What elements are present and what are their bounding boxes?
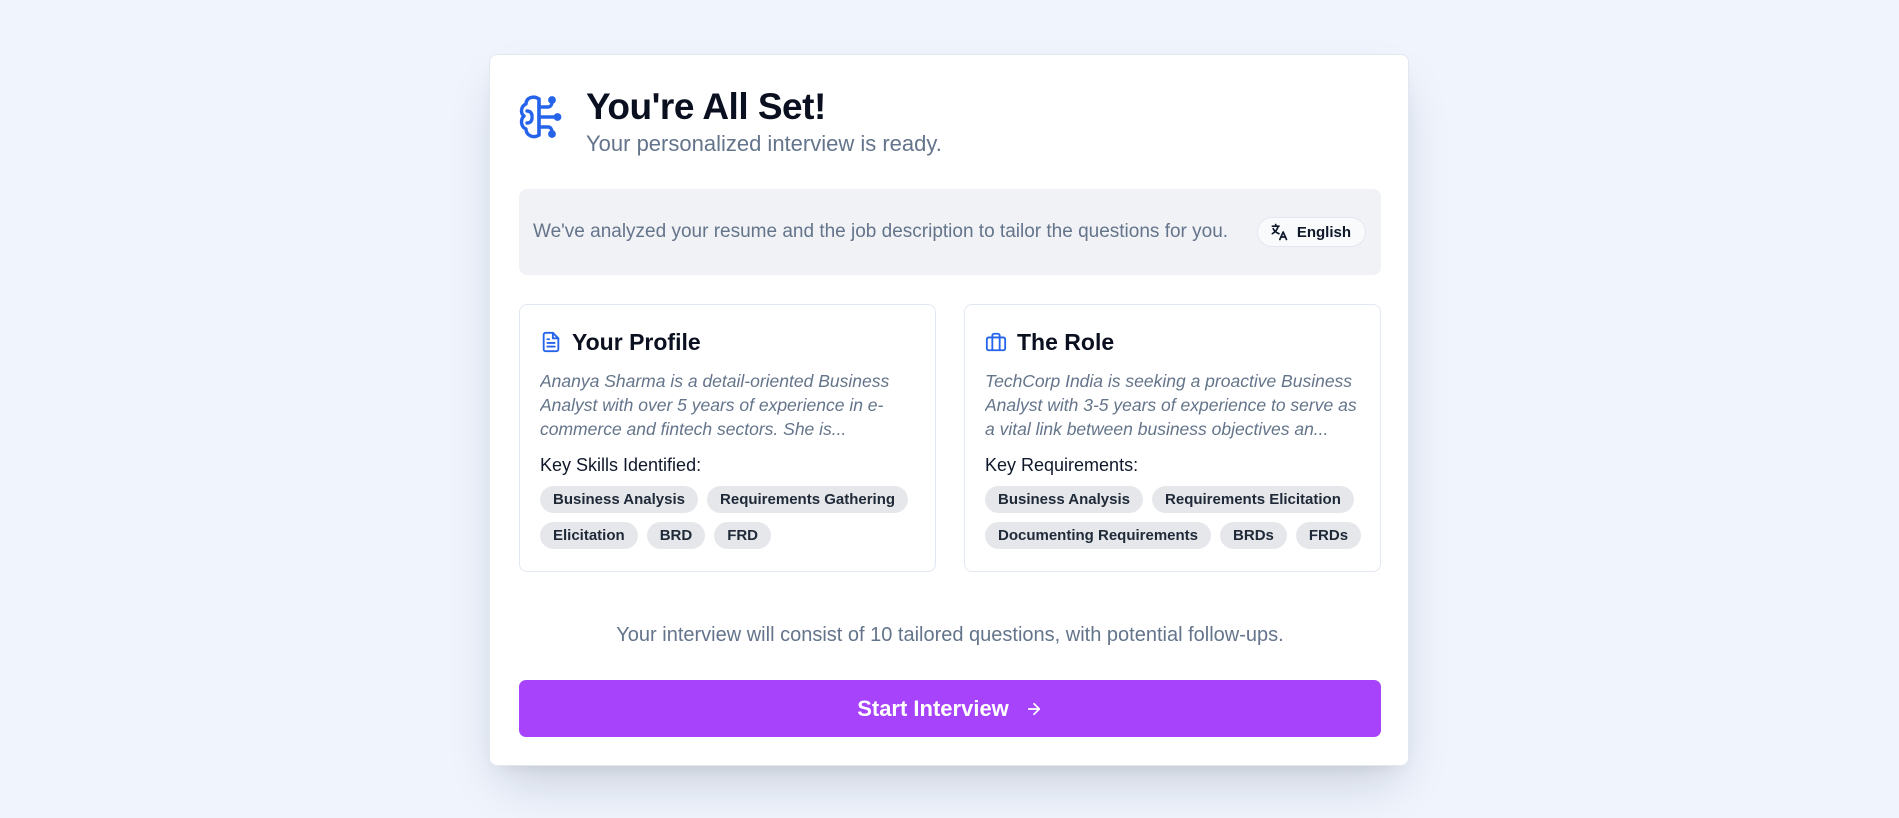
profile-panel: Your Profile Ananya Sharma is a detail-o… bbox=[519, 304, 936, 572]
language-label: English bbox=[1296, 223, 1351, 241]
language-selector[interactable]: English bbox=[1256, 217, 1366, 247]
page-title: You're All Set! bbox=[586, 86, 826, 127]
skill-tag: Business Analysis bbox=[540, 486, 699, 513]
role-description: TechCorp India is seeking a proactive Bu… bbox=[985, 371, 1357, 439]
setup-complete-card: You're All Set! Your personalized interv… bbox=[489, 54, 1409, 766]
arrow-right-icon bbox=[1027, 702, 1040, 715]
profile-title: Your Profile bbox=[572, 328, 701, 355]
role-panel: The Role TechCorp India is seeking a pro… bbox=[964, 304, 1381, 572]
analysis-info-box: We've analyzed your resume and the job d… bbox=[519, 189, 1381, 275]
translate-icon bbox=[1271, 223, 1288, 241]
requirements-tag-list: Business Analysis Requirements Elicitati… bbox=[985, 486, 1365, 549]
briefcase-icon bbox=[985, 332, 1007, 352]
start-interview-label: Start Interview bbox=[857, 695, 1009, 721]
start-interview-button[interactable]: Start Interview bbox=[519, 680, 1381, 737]
document-icon bbox=[542, 331, 560, 353]
brain-icon bbox=[519, 95, 562, 139]
requirement-tag: Business Analysis bbox=[985, 486, 1144, 513]
requirement-tag: Requirements Elicitation bbox=[1152, 486, 1354, 513]
page-subtitle: Your personalized interview is ready. bbox=[586, 131, 942, 156]
requirement-tag: BRDs bbox=[1220, 522, 1287, 549]
requirement-tag: Documenting Requirements bbox=[985, 522, 1212, 549]
interview-summary-note: Your interview will consist of 10 tailor… bbox=[616, 624, 1284, 646]
skills-label: Key Skills Identified: bbox=[540, 455, 702, 475]
requirement-tag: FRDs bbox=[1295, 522, 1362, 549]
skill-tag: FRD bbox=[714, 522, 772, 549]
header: You're All Set! Your personalized interv… bbox=[519, 84, 942, 158]
analysis-info-text: We've analyzed your resume and the job d… bbox=[533, 221, 1229, 242]
requirements-label: Key Requirements: bbox=[985, 455, 1139, 475]
role-title: The Role bbox=[1017, 328, 1115, 355]
skill-tag: Requirements Gathering bbox=[707, 486, 909, 513]
profile-description: Ananya Sharma is a detail-oriented Busin… bbox=[540, 371, 890, 439]
skills-tag-list: Business Analysis Requirements Gathering… bbox=[540, 486, 920, 549]
skill-tag: BRD bbox=[646, 522, 706, 549]
skill-tag: Elicitation bbox=[540, 522, 638, 549]
